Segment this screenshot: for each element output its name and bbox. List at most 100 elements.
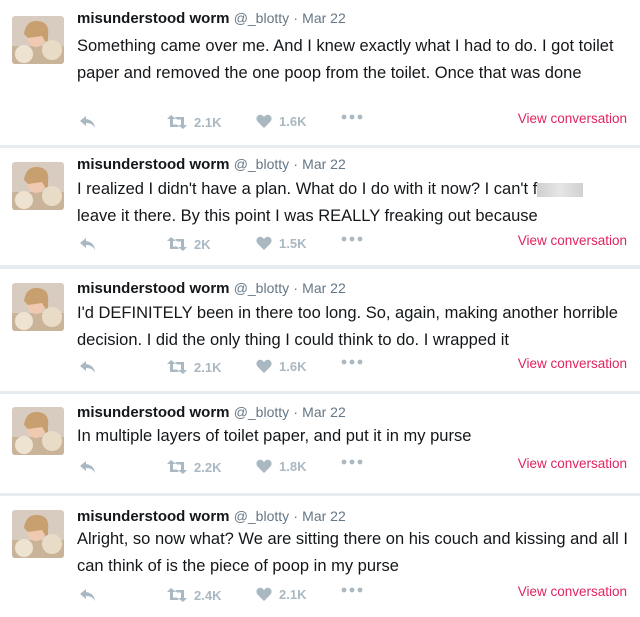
more-button[interactable] <box>341 114 363 120</box>
heart-icon <box>256 114 272 128</box>
display-name[interactable]: misunderstood worm <box>77 10 230 27</box>
retweet-icon <box>167 588 187 602</box>
retweet-button[interactable]: 2.1K <box>167 359 221 375</box>
reply-icon <box>80 461 95 473</box>
reply-button[interactable] <box>79 587 97 603</box>
reply-button[interactable] <box>79 236 97 252</box>
avatar-photo <box>12 407 64 455</box>
redacted-blur <box>537 182 584 197</box>
tweet-actions: 2.1K 1.6K <box>79 114 379 134</box>
more-button[interactable] <box>341 359 363 365</box>
avatar[interactable] <box>12 16 64 64</box>
retweet-icon <box>167 115 187 129</box>
retweet-button[interactable]: 2.4K <box>167 587 221 603</box>
more-button[interactable] <box>341 459 363 465</box>
avatar[interactable] <box>12 510 64 558</box>
like-button[interactable]: 1.8K <box>256 459 306 474</box>
display-name[interactable]: misunderstood worm <box>77 156 230 173</box>
tweet-card[interactable]: misunderstood worm @_blotty · Mar 22 Alr… <box>0 496 640 617</box>
retweet-count: 2.4K <box>194 587 222 603</box>
tweet-text-part: leave it there. By this point I was REAL… <box>77 206 538 225</box>
tweet-card[interactable]: misunderstood worm @_blotty · Mar 22 In … <box>0 394 640 493</box>
like-count: 1.8K <box>279 459 307 474</box>
heart-icon <box>256 359 272 373</box>
avatar-photo <box>12 283 64 331</box>
view-conversation-link[interactable]: View conversation <box>518 356 627 371</box>
more-dots-icon <box>341 236 363 242</box>
tweet-date[interactable]: Mar 22 <box>302 156 346 172</box>
retweet-count: 2.2K <box>194 459 222 475</box>
tweet-text: Something came over me. And I knew exact… <box>77 37 614 82</box>
tweet-header: misunderstood worm @_blotty · Mar 22 <box>77 10 346 27</box>
tweet-feed: misunderstood worm @_blotty · Mar 22 Som… <box>0 0 640 617</box>
heart-icon <box>256 236 272 250</box>
like-count: 1.5K <box>279 236 307 251</box>
tweet-header: misunderstood worm @_blotty · Mar 22 <box>77 508 346 525</box>
retweet-button[interactable]: 2.1K <box>167 114 221 130</box>
tweet-text: In multiple layers of toilet paper, and … <box>77 427 472 445</box>
like-button[interactable]: 1.6K <box>256 114 306 129</box>
tweet-card[interactable]: misunderstood worm @_blotty · Mar 22 Som… <box>0 0 640 145</box>
retweet-button[interactable]: 2K <box>167 236 211 252</box>
tweet-text: Alright, so now what? We are sitting the… <box>77 530 628 575</box>
retweet-count: 2K <box>194 236 211 252</box>
tweet-date[interactable]: Mar 22 <box>302 508 346 524</box>
more-dots-icon <box>341 114 363 120</box>
separator: · <box>293 404 298 420</box>
display-name[interactable]: misunderstood worm <box>77 280 230 297</box>
reply-icon <box>80 589 95 601</box>
display-name[interactable]: misunderstood worm <box>77 508 230 525</box>
user-handle[interactable]: @_blotty <box>234 508 289 524</box>
avatar[interactable] <box>12 283 64 331</box>
user-handle[interactable]: @_blotty <box>234 10 289 26</box>
avatar-photo <box>12 510 64 558</box>
view-conversation-link[interactable]: View conversation <box>518 584 627 599</box>
tweet-actions: 2K 1.5K <box>79 236 379 256</box>
more-button[interactable] <box>341 587 363 593</box>
separator: · <box>293 280 298 296</box>
tweet-actions: 2.2K 1.8K <box>79 459 379 479</box>
separator: · <box>293 10 298 26</box>
avatar-photo <box>12 162 64 210</box>
tweet-date[interactable]: Mar 22 <box>302 404 346 420</box>
like-button[interactable]: 2.1K <box>256 587 306 602</box>
more-button[interactable] <box>341 236 363 242</box>
tweet-header: misunderstood worm @_blotty · Mar 22 <box>77 280 346 297</box>
user-handle[interactable]: @_blotty <box>234 404 289 420</box>
like-button[interactable]: 1.5K <box>256 236 306 251</box>
retweet-icon <box>167 237 187 251</box>
tweet-text: I'd DEFINITELY been in there too long. S… <box>77 304 618 349</box>
avatar[interactable] <box>12 162 64 210</box>
retweet-button[interactable]: 2.2K <box>167 459 221 475</box>
more-dots-icon <box>341 587 363 593</box>
view-conversation-link[interactable]: View conversation <box>518 456 627 471</box>
reply-button[interactable] <box>79 114 97 130</box>
retweet-icon <box>167 360 187 374</box>
retweet-icon <box>167 460 187 474</box>
like-button[interactable]: 1.6K <box>256 359 306 374</box>
reply-button[interactable] <box>79 459 97 475</box>
tweet-actions: 2.1K 1.6K <box>79 359 379 379</box>
user-handle[interactable]: @_blotty <box>234 280 289 296</box>
retweet-count: 2.1K <box>194 114 222 130</box>
like-count: 1.6K <box>279 114 307 129</box>
like-count: 2.1K <box>279 587 307 602</box>
display-name[interactable]: misunderstood worm <box>77 404 230 421</box>
view-conversation-link[interactable]: View conversation <box>518 111 627 126</box>
tweet-card[interactable]: misunderstood worm @_blotty · Mar 22 I r… <box>0 148 640 265</box>
reply-button[interactable] <box>79 359 97 375</box>
tweet-date[interactable]: Mar 22 <box>302 280 346 296</box>
separator: · <box>293 156 298 172</box>
tweet-date[interactable]: Mar 22 <box>302 10 346 26</box>
tweet-header: misunderstood worm @_blotty · Mar 22 <box>77 156 346 173</box>
reply-icon <box>80 116 95 128</box>
tweet-card[interactable]: misunderstood worm @_blotty · Mar 22 I'd… <box>0 269 640 391</box>
separator: · <box>293 508 298 524</box>
avatar[interactable] <box>12 407 64 455</box>
retweet-count: 2.1K <box>194 359 222 375</box>
view-conversation-link[interactable]: View conversation <box>518 233 627 248</box>
more-dots-icon <box>341 359 363 365</box>
tweet-text-part: I realized I didn't have a plan. What do… <box>77 180 538 198</box>
user-handle[interactable]: @_blotty <box>234 156 289 172</box>
tweet-text: I realized I didn't have a plan. What do… <box>77 176 632 229</box>
